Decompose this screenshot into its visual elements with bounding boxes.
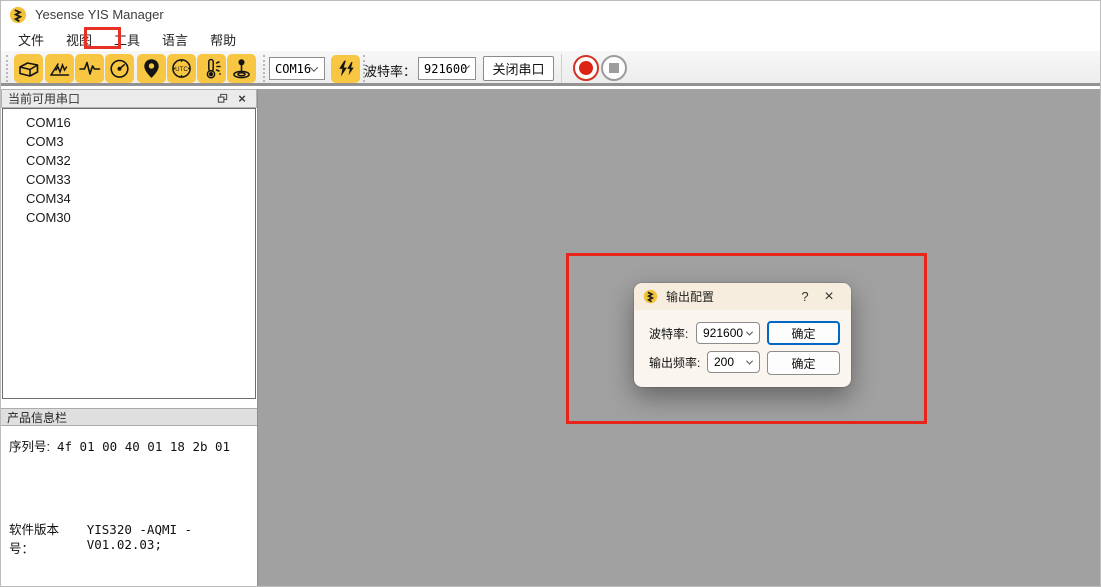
port-select-value: COM16 [275,62,311,76]
angle-wave-button[interactable] [45,54,74,83]
port-select[interactable]: COM16 [269,57,325,80]
window-title: Yesense YIS Manager [35,7,164,22]
chevron-down-icon [746,328,753,335]
menu-item-tools[interactable]: 工具 [107,27,147,52]
menu-item-help[interactable]: 帮助 [203,27,243,52]
menu-item-file[interactable]: 文件 [11,27,51,52]
chevron-down-icon [746,357,753,364]
joystick-icon [229,56,254,81]
waveform-icon [77,56,102,81]
dialog-freq-label: 输出频率: [649,354,700,371]
refresh-ports-button[interactable] [331,55,360,83]
port-list-item[interactable]: COM32 [3,151,255,170]
stop-button[interactable] [601,55,627,81]
record-icon [579,61,593,75]
stop-icon [609,63,619,73]
app-window: Yesense YIS Manager 文件 视图 工具 语言 帮助 [0,0,1101,587]
title-bar: Yesense YIS Manager [1,1,1100,28]
baud-rate-select[interactable]: 921600 [418,57,476,80]
dialog-freq-select[interactable]: 200 [707,351,760,373]
dialog-freq-ok-button[interactable]: 确定 [767,351,840,375]
baud-rate-label: 波特率： [364,61,416,80]
close-serial-port-button[interactable]: 关闭串口 [483,56,554,81]
location-button[interactable] [137,54,166,83]
serial-number-value: 4f 01 00 40 01 18 2b 01 [57,439,230,454]
serial-number-row: 序列号: 4f 01 00 40 01 18 2b 01 [9,436,230,455]
angle-wave-icon [47,56,72,81]
utc-clock-button[interactable]: UTC [167,54,196,83]
menu-bar: 文件 视图 工具 语言 帮助 [1,28,1100,51]
dialog-help-button[interactable]: ? [794,289,816,304]
svg-text:UTC: UTC [175,66,188,73]
gauge-icon [107,56,132,81]
port-list-item[interactable]: COM33 [3,170,255,189]
available-ports-list: COM16 COM3 COM32 COM33 COM34 COM30 [2,108,256,399]
dialog-baud-select[interactable]: 921600 [696,322,760,344]
serial-number-label: 序列号: [9,436,50,455]
dialog-close-button[interactable]: × [816,288,842,306]
close-panel-button[interactable]: × [234,91,250,106]
temperature-icon [199,56,224,81]
location-pin-icon [139,56,164,81]
software-version-label: 软件版本号： [9,519,80,557]
dialog-baud-value: 921600 [703,326,743,340]
utc-clock-icon: UTC [169,56,194,81]
toolbar-drag-handle[interactable] [6,55,9,82]
joystick-button[interactable] [227,54,256,83]
dialog-title: 输出配置 [666,288,794,305]
temperature-button[interactable] [197,54,226,83]
ports-panel-header: 当前可用串口 × [1,89,257,108]
cube-3d-icon [16,56,41,81]
menu-item-language[interactable]: 语言 [155,27,195,52]
port-list-item[interactable]: COM16 [3,113,255,132]
record-button[interactable] [573,55,599,81]
toolbar-separator [561,54,562,83]
left-dock-panel: 当前可用串口 × COM16 COM3 COM32 COM33 COM34 CO… [1,89,258,586]
software-version-value: YIS320 -AQMI -V01.02.03; [87,522,257,552]
product-info-header: 产品信息栏 [1,408,257,426]
dialog-freq-value: 200 [714,355,734,369]
ports-panel-title: 当前可用串口 [8,90,210,107]
product-info-title: 产品信息栏 [7,409,67,426]
dialog-logo-icon [643,289,658,304]
baud-rate-value: 921600 [424,62,467,76]
app-logo-icon [9,6,27,24]
port-list-item[interactable]: COM34 [3,189,255,208]
output-config-dialog: 输出配置 ? × 波特率: 921600 确定 输出频率: 200 确定 [634,283,851,387]
cube-3d-button[interactable] [14,54,43,83]
gauge-button[interactable] [105,54,134,83]
dialog-title-bar: 输出配置 ? × [634,283,851,310]
port-list-item[interactable]: COM30 [3,208,255,227]
dialog-baud-ok-button[interactable]: 确定 [767,321,840,345]
port-list-item[interactable]: COM3 [3,132,255,151]
waveform-button[interactable] [75,54,104,83]
double-lightning-icon [335,58,357,80]
float-panel-button[interactable] [214,91,230,106]
menu-item-view[interactable]: 视图 [59,27,99,52]
software-version-row: 软件版本号： YIS320 -AQMI -V01.02.03; [9,519,257,557]
float-panel-icon [217,93,228,104]
toolbar: UTC COM16 [1,51,1100,86]
dialog-baud-label: 波特率: [649,325,688,342]
toolbar-drag-handle[interactable] [263,55,266,82]
